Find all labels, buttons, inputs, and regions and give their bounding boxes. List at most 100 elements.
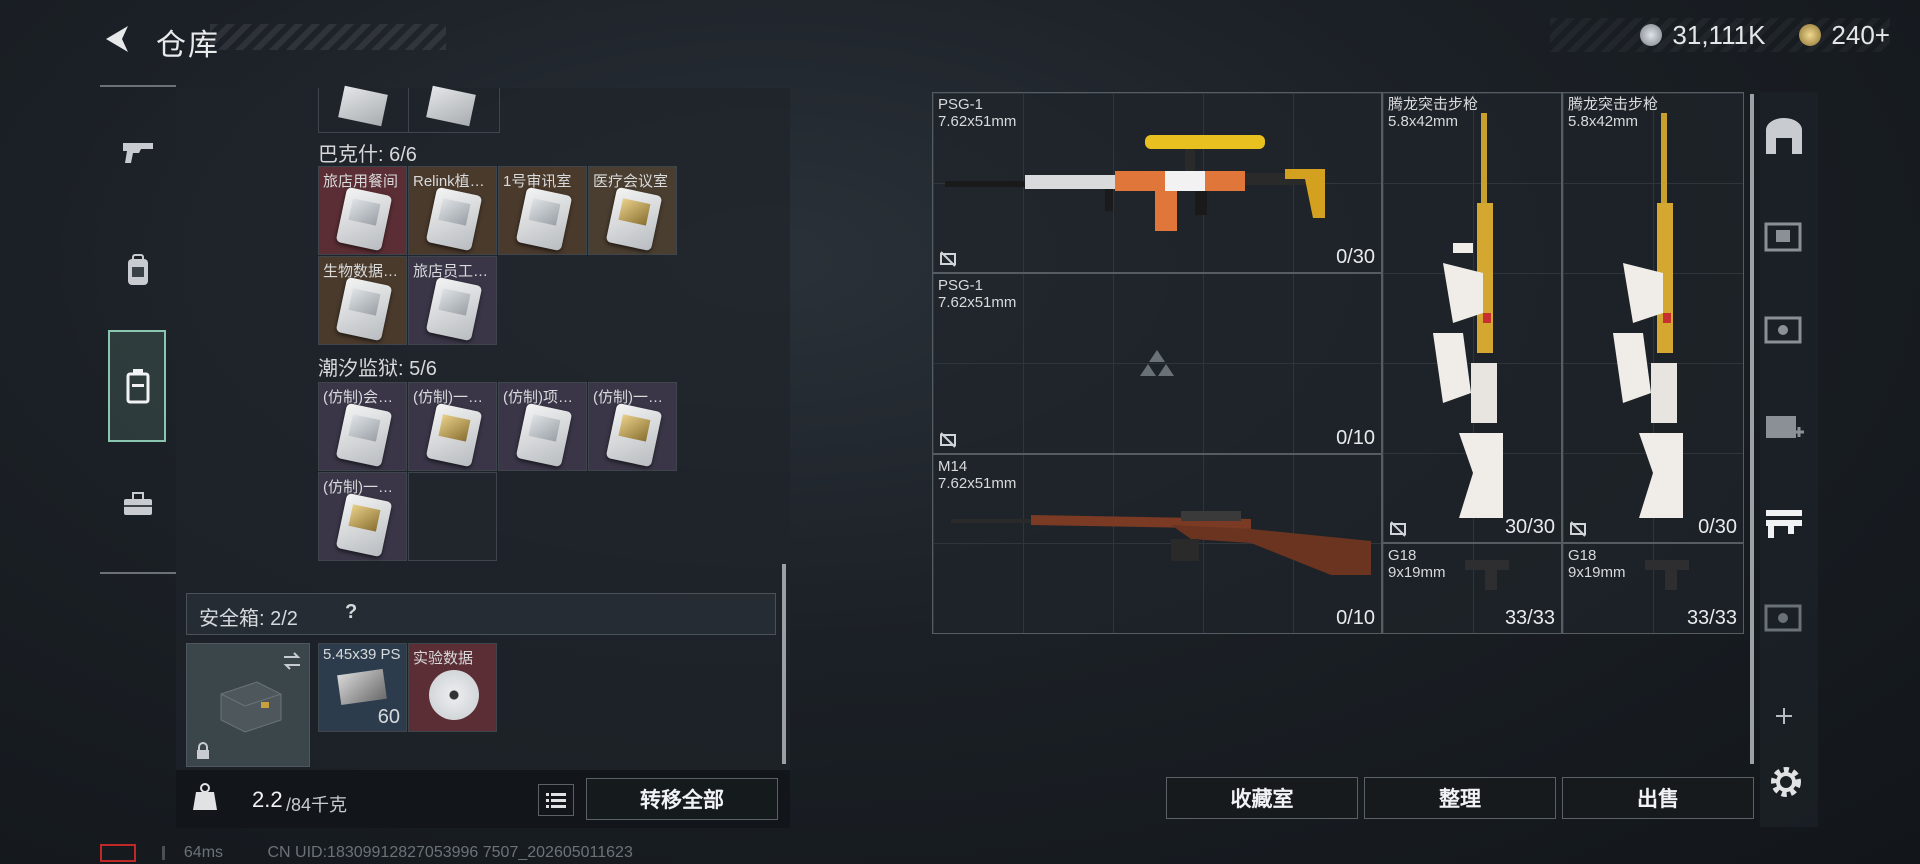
storage-tab-weapons[interactable] [1762, 502, 1806, 547]
item-card[interactable]: 1号审讯室 [498, 166, 587, 255]
item-label: 1号审讯室 [503, 173, 572, 190]
weapon-slot[interactable]: PSG-1 7.62x51mm 0/10 [932, 273, 1382, 454]
sniper-rifle-image [945, 135, 1325, 231]
bottom-bar: 2.2 /84千克 转移全部 [176, 770, 790, 828]
ammo-count: 33/33 [1686, 607, 1737, 629]
item-label: Relink植… [413, 173, 485, 190]
pistol-image [1465, 560, 1509, 590]
storage-bay-icon [1766, 118, 1802, 154]
ammo-item[interactable]: 5.45x39 PS 60 [318, 643, 407, 732]
item-card[interactable]: (仿制)项… [498, 382, 587, 471]
right-scrollbar[interactable] [1750, 94, 1754, 764]
sort-button[interactable]: 整理 [1364, 777, 1556, 819]
item-card[interactable]: (仿制)一… [408, 382, 497, 471]
nav-item-storage[interactable] [108, 356, 168, 416]
storage-tab-4[interactable] [1762, 310, 1806, 355]
empty-slot[interactable] [408, 472, 497, 561]
safe-box-container[interactable] [186, 643, 310, 767]
nav-item-gear[interactable] [108, 240, 168, 300]
ammo-box-icon [337, 668, 387, 706]
nav-item-weapons[interactable] [108, 122, 168, 182]
m14-rifle-image [951, 511, 1371, 575]
section-label: 潮汐监狱: 5/6 [318, 358, 437, 380]
weapon-slot[interactable]: G18 9x19mm 33/33 [1382, 543, 1562, 634]
add-tab-button[interactable] [1774, 702, 1794, 733]
weight-value: 2.2 [252, 787, 283, 812]
settings-icon [1771, 767, 1801, 797]
help-icon[interactable]: ? [345, 601, 357, 624]
storage-tab-2[interactable] [1762, 406, 1806, 451]
safe-box-icon [220, 681, 282, 733]
weapon-name: G18 9x19mm [1568, 547, 1626, 581]
ammo-count: 0/30 [1336, 246, 1375, 268]
sell-button[interactable]: 出售 [1562, 777, 1754, 819]
silver-value: 31,111K [1672, 19, 1766, 50]
gold-coin-icon [1799, 24, 1822, 46]
item-label: (仿制)会… [323, 389, 393, 406]
swap-icon[interactable] [281, 650, 303, 672]
item-card[interactable]: Relink植… [408, 166, 497, 255]
section-label: 巴克什: 6/6 [318, 144, 417, 166]
item-label: 医疗会议室 [593, 173, 669, 190]
gold-rifle-image [1613, 113, 1683, 518]
weapon-slot[interactable]: 腾龙突击步枪 5.8x42mm 30/30 [1382, 92, 1562, 543]
weapon-name: G18 9x19mm [1388, 547, 1446, 581]
item-card[interactable]: 旅店用餐间 [318, 166, 407, 255]
storage-level-3-icon [1764, 222, 1802, 252]
safe-box-header: 安全箱: 2/2 ? [186, 593, 776, 635]
item-card[interactable]: (仿制)一… [318, 472, 407, 561]
ammo-count: 33/33 [1504, 607, 1555, 629]
transfer-all-button[interactable]: 转移全部 [586, 778, 778, 820]
item-card[interactable]: 医疗会议室 [588, 166, 677, 255]
storage-tab-bay[interactable] [1762, 116, 1806, 161]
item-count: 60 [377, 706, 400, 728]
ammo-count: 0/30 [1698, 516, 1737, 538]
item-label: 旅店用餐间 [323, 173, 399, 190]
title-decoration [210, 24, 446, 50]
weapon-slot[interactable]: PSG-1 7.62x51mm 0/30 [932, 92, 1382, 273]
collection-button[interactable]: 收藏室 [1166, 777, 1358, 819]
ammo-count: 30/30 [1504, 516, 1555, 538]
nav-item-tools[interactable] [108, 474, 168, 534]
weight-max: /84千克 [286, 795, 348, 815]
back-arrow-icon[interactable] [100, 22, 134, 56]
lock-icon [197, 742, 209, 759]
item-card[interactable]: (仿制)会… [318, 382, 407, 471]
settings-button[interactable] [1768, 764, 1804, 805]
placeholder-triangle-icon [1140, 350, 1174, 376]
no-attachment-icon [1570, 521, 1586, 537]
weapon-slot[interactable]: G18 9x19mm 33/33 [1562, 543, 1744, 634]
ping-value: 64ms [183, 844, 224, 862]
weapon-name: PSG-1 7.62x51mm [938, 277, 1017, 311]
weapon-slot[interactable]: M14 7.62x51mm 0/10 [932, 454, 1382, 634]
list-view-button[interactable] [538, 784, 574, 816]
backpack-icon [128, 254, 148, 285]
storage-level-5-icon [1764, 604, 1802, 632]
data-disc-item[interactable]: 实验数据 [408, 643, 497, 732]
item-label: (仿制)一… [413, 389, 483, 406]
scrollbar[interactable] [782, 564, 786, 764]
section-grid: (仿制)会… (仿制)一… (仿制)项… (仿制)一… (仿制)一… [318, 382, 680, 562]
item-label: 旅店员工… [413, 263, 489, 280]
weapon-rack-icon [1766, 510, 1802, 538]
item-label: (仿制)一… [593, 389, 663, 406]
add-icon [1776, 708, 1792, 724]
weapon-slot[interactable]: 腾龙突击步枪 5.8x42mm 0/30 [1562, 92, 1744, 543]
gold-value[interactable]: 240+ [1831, 20, 1890, 51]
no-attachment-icon [940, 251, 956, 267]
gun-icon [123, 143, 153, 163]
storage-tab-5[interactable] [1762, 598, 1806, 643]
item-label: 实验数据 [413, 650, 474, 667]
no-attachment-icon [1390, 521, 1406, 537]
toolbox-icon [124, 492, 152, 515]
pistol-image [1645, 560, 1689, 590]
item-card[interactable]: (仿制)一… [588, 382, 677, 471]
no-attachment-icon [940, 432, 956, 448]
storage-level-2-icon [1766, 416, 1804, 438]
item-label: (仿制)项… [503, 389, 573, 406]
uid-text: CN UID:18309912827053996 7507_2026050116… [267, 844, 633, 862]
ammo-count: 0/10 [1336, 427, 1375, 449]
storage-tab-3[interactable] [1762, 216, 1806, 261]
item-card[interactable]: 生物数据… [318, 256, 407, 345]
item-card[interactable]: 旅店员工… [408, 256, 497, 345]
